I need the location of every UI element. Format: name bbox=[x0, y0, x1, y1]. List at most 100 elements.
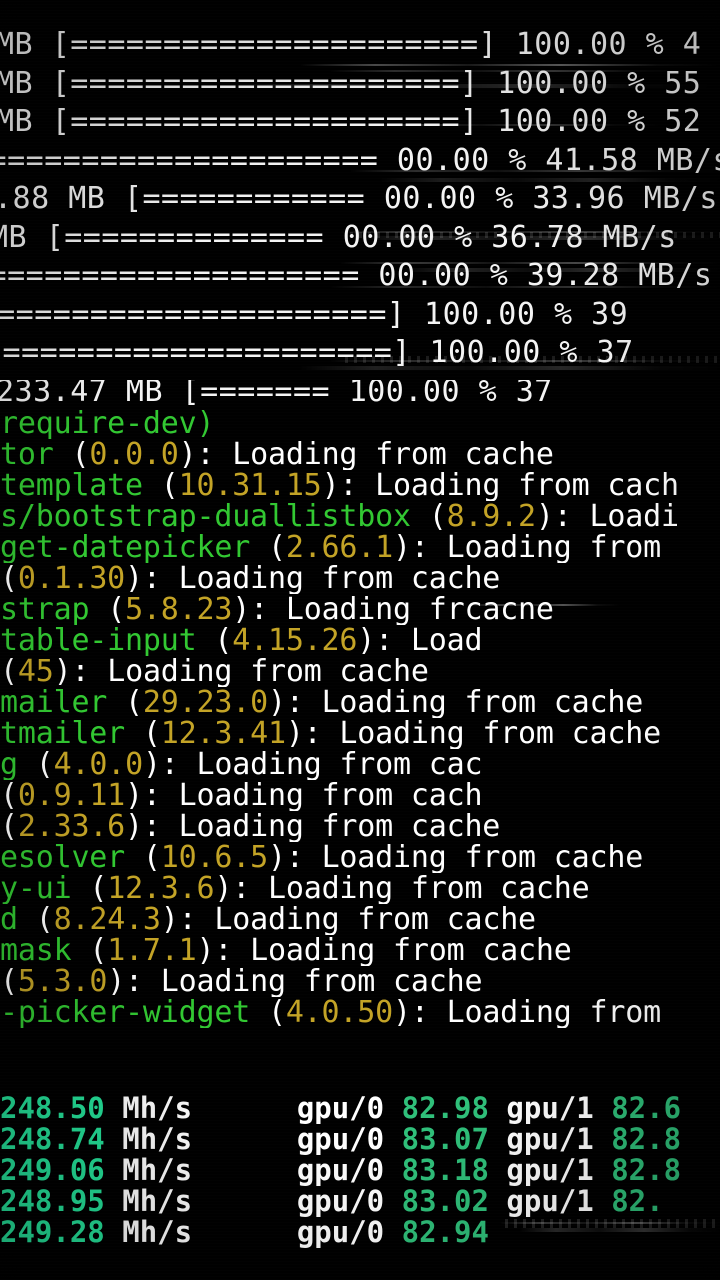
package-status-message: Loading from cache bbox=[250, 935, 572, 966]
package-status-message: Loading from cache bbox=[107, 656, 429, 687]
package-row: -picker-widget (4.0.50): Loading from bbox=[0, 997, 720, 1028]
package-version-open-paren: ( bbox=[0, 780, 18, 811]
package-row: (45): Loading from cache bbox=[0, 656, 720, 687]
gpu1-label: gpu/1 bbox=[506, 1186, 594, 1217]
package-status-message: Loading from cach bbox=[178, 780, 483, 811]
package-row: mask (1.7.1): Loading from cache bbox=[0, 935, 720, 966]
package-status-message: Loading frcacne bbox=[285, 594, 554, 625]
package-row: esolver (10.6.5): Loading from cache bbox=[0, 842, 720, 873]
package-version: 45 bbox=[17, 656, 54, 687]
miner-hashrate: 249.28 bbox=[0, 1217, 105, 1248]
download-percent: 00.00 bbox=[342, 219, 436, 255]
package-version: 12.3.41 bbox=[160, 718, 286, 749]
gpu1-value: 82. bbox=[611, 1186, 664, 1217]
package-version-open-paren: ( bbox=[142, 718, 161, 749]
download-progress-row: ====================== 00.00 % 41.58 MB/… bbox=[0, 142, 720, 181]
package-status-message: Loadi bbox=[589, 501, 680, 532]
package-version-open-paren: ( bbox=[71, 439, 90, 470]
package-version-open-paren: ( bbox=[0, 966, 18, 997]
package-version-open-paren: ( bbox=[125, 687, 143, 718]
download-percent-symbol: % bbox=[495, 181, 514, 216]
miner-hashrate: 249.06 bbox=[0, 1155, 105, 1186]
download-rate: 39.28 bbox=[526, 258, 620, 293]
package-version-close-paren: ): bbox=[160, 904, 197, 935]
download-size: MB bbox=[0, 104, 34, 139]
gpu0-label: gpu/0 bbox=[296, 1155, 385, 1186]
gpu1-label: gpu/1 bbox=[506, 1124, 594, 1155]
package-version: 4.15.26 bbox=[232, 625, 358, 656]
download-percent-symbol: % bbox=[645, 27, 665, 62]
package-name: get-datepicker bbox=[0, 532, 251, 563]
package-status-message: Loading from cache bbox=[214, 904, 536, 935]
miner-hashrate: 248.95 bbox=[0, 1186, 105, 1217]
download-size: MB bbox=[0, 65, 34, 101]
package-status-message: Loading from cach bbox=[375, 470, 679, 501]
package-name: -picker-widget bbox=[0, 997, 251, 1028]
gpu1-value: 82.6 bbox=[611, 1093, 682, 1124]
download-percent-symbol: % bbox=[559, 335, 578, 370]
download-percent-symbol: % bbox=[553, 296, 573, 332]
package-row: s/bootstrap-duallistbox (8.9.2): Loadi bbox=[0, 501, 720, 532]
package-version-open-paren: ( bbox=[35, 749, 54, 780]
package-status-message: Loading from cache bbox=[178, 563, 501, 594]
download-percent: 100.00 bbox=[497, 65, 609, 101]
gpu0-label: gpu/0 bbox=[296, 1186, 385, 1217]
download-progress-bar: [============ bbox=[123, 181, 366, 216]
download-percent-symbol: % bbox=[454, 219, 473, 255]
package-version-open-paren: ( bbox=[0, 563, 18, 594]
package-status-message: Loading from cache bbox=[267, 873, 590, 904]
package-version-close-paren: ): bbox=[232, 594, 268, 625]
package-version-open-paren: ( bbox=[428, 501, 447, 532]
download-percent: 00.00 bbox=[378, 258, 472, 293]
gpu1-label: gpu/1 bbox=[506, 1155, 594, 1186]
gpu1-value: 82.8 bbox=[611, 1155, 682, 1186]
package-name: mailer bbox=[0, 687, 108, 718]
package-list-section: require-dev) tor (0.0.0): Loading from ca… bbox=[0, 408, 720, 1028]
download-rate: 41.58 bbox=[545, 142, 639, 178]
gpu0-value: 83.18 bbox=[401, 1155, 489, 1186]
download-progress-row: MB [======================] 100.00 % 4 bbox=[0, 26, 720, 65]
package-row: (0.9.11): Loading from cach bbox=[0, 780, 720, 811]
package-version-close-paren: ): bbox=[267, 842, 304, 873]
package-row: template (10.31.15): Loading from cach bbox=[0, 470, 720, 501]
package-row: table-input (4.15.26): Load bbox=[0, 625, 720, 656]
package-version-open-paren: ( bbox=[267, 532, 286, 563]
package-row: (5.3.0): Loading from cache bbox=[0, 966, 720, 997]
download-size: .88 MB bbox=[0, 181, 106, 216]
package-version-close-paren: ): bbox=[392, 532, 429, 563]
download-progress-bar: =======================] bbox=[0, 296, 406, 332]
package-version: 2.66.1 bbox=[285, 532, 393, 563]
miner-stat-row: 248.50 Mh/s gpu/0 82.98 gpu/1 82.6 bbox=[0, 1093, 720, 1124]
miner-hashrate-unit: Mh/s bbox=[122, 1093, 193, 1124]
package-version-close-paren: ): bbox=[125, 563, 161, 594]
download-progress-bar: [============== bbox=[45, 219, 325, 255]
download-progress-row: 233.47 MB [======= 100.00 % 37 bbox=[0, 373, 720, 412]
miner-hashrate-unit: Mh/s bbox=[122, 1155, 193, 1186]
download-rate: 37 bbox=[515, 373, 553, 409]
download-percent: 100.00 bbox=[515, 27, 628, 62]
package-version-close-paren: ): bbox=[196, 935, 233, 966]
package-name: tor bbox=[0, 439, 54, 470]
miner-hashrate: 248.74 bbox=[0, 1124, 105, 1155]
package-version-close-paren: ): bbox=[107, 966, 143, 997]
gpu0-value: 82.94 bbox=[401, 1217, 489, 1248]
gpu1-label: gpu/1 bbox=[506, 1093, 594, 1124]
package-version-open-paren: ( bbox=[0, 811, 18, 842]
package-status-message: Loading from cache bbox=[178, 811, 501, 842]
download-percent-symbol: % bbox=[508, 142, 527, 178]
package-row: y-ui (12.3.6): Loading from cache bbox=[0, 873, 720, 904]
miner-stat-row: 248.95 Mh/s gpu/0 83.02 gpu/1 82. bbox=[0, 1186, 720, 1217]
download-progress-bar: [======================] bbox=[51, 27, 498, 62]
download-progress-bar: ====================== bbox=[0, 142, 379, 178]
package-version-open-paren: ( bbox=[89, 935, 108, 966]
package-version-open-paren: ( bbox=[35, 904, 54, 935]
gpu0-label: gpu/0 bbox=[296, 1124, 385, 1155]
download-progress-row: MB [=====================] 100.00 % 55 bbox=[0, 65, 720, 104]
package-version-close-paren: ): bbox=[357, 625, 393, 656]
miner-stat-row: 248.74 Mh/s gpu/0 83.07 gpu/1 82.8 bbox=[0, 1124, 720, 1155]
download-progress-row: ===================== 00.00 % 39.28 MB/s bbox=[0, 257, 720, 296]
terminal-screen[interactable]: 248.80 Mh/s gpu/0 82.98 gpu/1 82. MB [==… bbox=[0, 0, 720, 1280]
download-rate: 36.78 bbox=[491, 219, 584, 255]
package-version-close-paren: ): bbox=[267, 687, 304, 718]
package-row: strap (5.8.23): Loading frcacne bbox=[0, 594, 720, 625]
